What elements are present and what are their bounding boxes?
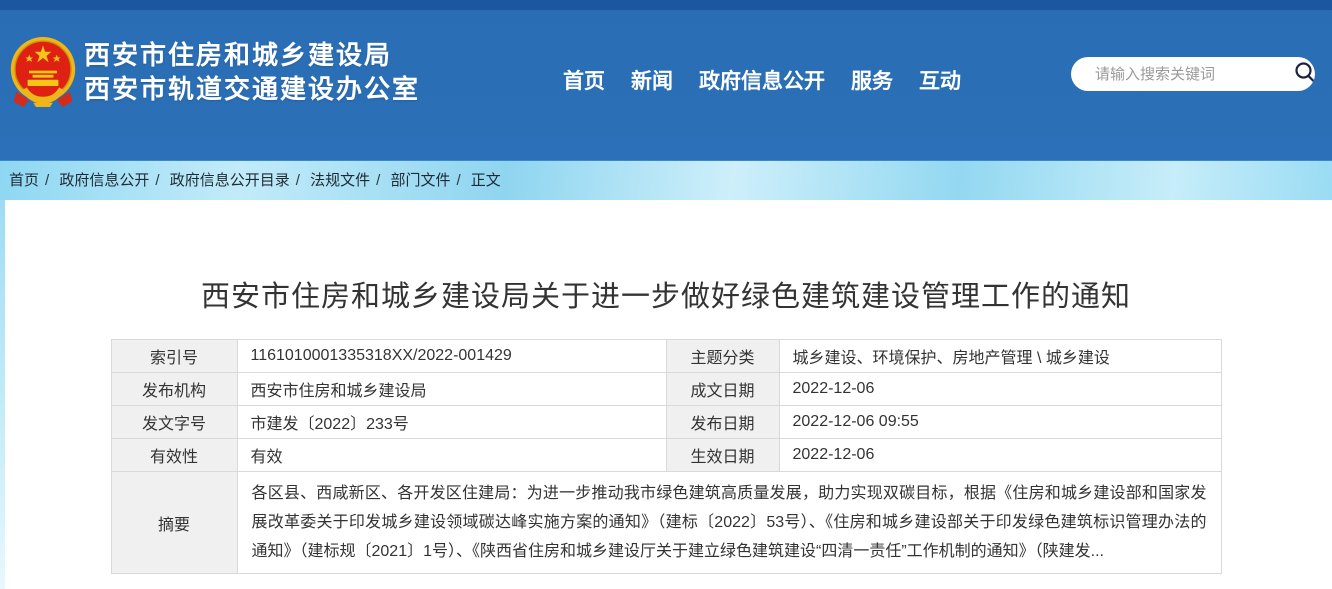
- search-icon: [1294, 61, 1315, 88]
- meta-value-doc-number: 市建发〔2022〕233号: [237, 406, 666, 439]
- table-row: 有效性 有效 生效日期 2022-12-06: [111, 439, 1221, 472]
- meta-label-summary: 摘要: [111, 472, 237, 574]
- national-emblem-icon: [8, 34, 78, 110]
- nav-item-home[interactable]: 首页: [563, 65, 605, 95]
- meta-label-doc-number: 发文字号: [111, 406, 237, 439]
- breadcrumb: 首页/ 政府信息公开/ 政府信息公开目录/ 法规文件/ 部门文件/ 正文: [0, 161, 1332, 200]
- breadcrumb-separator: /: [370, 172, 386, 189]
- search-button[interactable]: [1294, 57, 1315, 91]
- table-row: 发布机构 西安市住房和城乡建设局 成文日期 2022-12-06: [111, 373, 1221, 406]
- breadcrumb-current: 正文: [471, 172, 501, 189]
- breadcrumb-gov-info-catalog[interactable]: 政府信息公开目录: [170, 172, 290, 189]
- content-area: 西安市住房和城乡建设局关于进一步做好绿色建筑建设管理工作的通知 索引号 1161…: [0, 200, 1332, 589]
- breadcrumb-separator: /: [39, 172, 55, 189]
- document-meta-table: 索引号 1161010001335318XX/2022-001429 主题分类 …: [111, 339, 1222, 574]
- search-input[interactable]: [1071, 57, 1294, 91]
- table-row: 索引号 1161010001335318XX/2022-001429 主题分类 …: [111, 340, 1221, 373]
- document-title: 西安市住房和城乡建设局关于进一步做好绿色建筑建设管理工作的通知: [0, 200, 1332, 315]
- meta-value-issuing-agency: 西安市住房和城乡建设局: [237, 373, 666, 406]
- table-row: 发文字号 市建发〔2022〕233号 发布日期 2022-12-06 09:55: [111, 406, 1221, 439]
- nav-item-news[interactable]: 新闻: [631, 65, 673, 95]
- nav-item-interact[interactable]: 互动: [919, 65, 961, 95]
- meta-label-written-date: 成文日期: [666, 373, 779, 406]
- meta-label-issuing-agency: 发布机构: [111, 373, 237, 406]
- main-nav: 首页 新闻 政府信息公开 服务 互动: [563, 0, 961, 160]
- meta-value-validity: 有效: [237, 439, 666, 472]
- meta-label-validity: 有效性: [111, 439, 237, 472]
- org-name-line1: 西安市住房和城乡建设局: [84, 38, 420, 72]
- meta-label-topic-category: 主题分类: [666, 340, 779, 373]
- nav-item-services[interactable]: 服务: [851, 65, 893, 95]
- breadcrumb-regulation-files[interactable]: 法规文件: [310, 172, 370, 189]
- breadcrumb-home[interactable]: 首页: [9, 172, 39, 189]
- meta-label-publish-date: 发布日期: [666, 406, 779, 439]
- breadcrumb-band: 首页/ 政府信息公开/ 政府信息公开目录/ 法规文件/ 部门文件/ 正文: [0, 160, 1332, 200]
- org-name: 西安市住房和城乡建设局 西安市轨道交通建设办公室: [84, 38, 420, 106]
- site-brand[interactable]: 西安市住房和城乡建设局 西安市轨道交通建设办公室: [8, 34, 420, 110]
- search-box: [1071, 57, 1315, 91]
- meta-value-summary: 各区县、西咸新区、各开发区住建局：为进一步推动我市绿色建筑高质量发展，助力实现双…: [237, 472, 1221, 574]
- breadcrumb-separator: /: [450, 172, 466, 189]
- meta-value-effective-date: 2022-12-06: [779, 439, 1221, 472]
- meta-value-publish-date: 2022-12-06 09:55: [779, 406, 1221, 439]
- meta-value-topic-category: 城乡建设、环境保护、房地产管理 \ 城乡建设: [779, 340, 1221, 373]
- meta-value-written-date: 2022-12-06: [779, 373, 1221, 406]
- breadcrumb-separator: /: [149, 172, 165, 189]
- meta-label-effective-date: 生效日期: [666, 439, 779, 472]
- table-row-summary: 摘要 各区县、西咸新区、各开发区住建局：为进一步推动我市绿色建筑高质量发展，助力…: [111, 472, 1221, 574]
- meta-value-index-number: 1161010001335318XX/2022-001429: [237, 340, 666, 373]
- site-header: 西安市住房和城乡建设局 西安市轨道交通建设办公室 首页 新闻 政府信息公开 服务…: [0, 0, 1332, 160]
- breadcrumb-separator: /: [290, 172, 306, 189]
- meta-label-index-number: 索引号: [111, 340, 237, 373]
- org-name-line2: 西安市轨道交通建设办公室: [84, 72, 420, 106]
- breadcrumb-gov-info[interactable]: 政府信息公开: [59, 172, 149, 189]
- nav-item-gov-info[interactable]: 政府信息公开: [699, 65, 825, 95]
- breadcrumb-department-files[interactable]: 部门文件: [390, 172, 450, 189]
- left-edge-strip: [0, 200, 5, 589]
